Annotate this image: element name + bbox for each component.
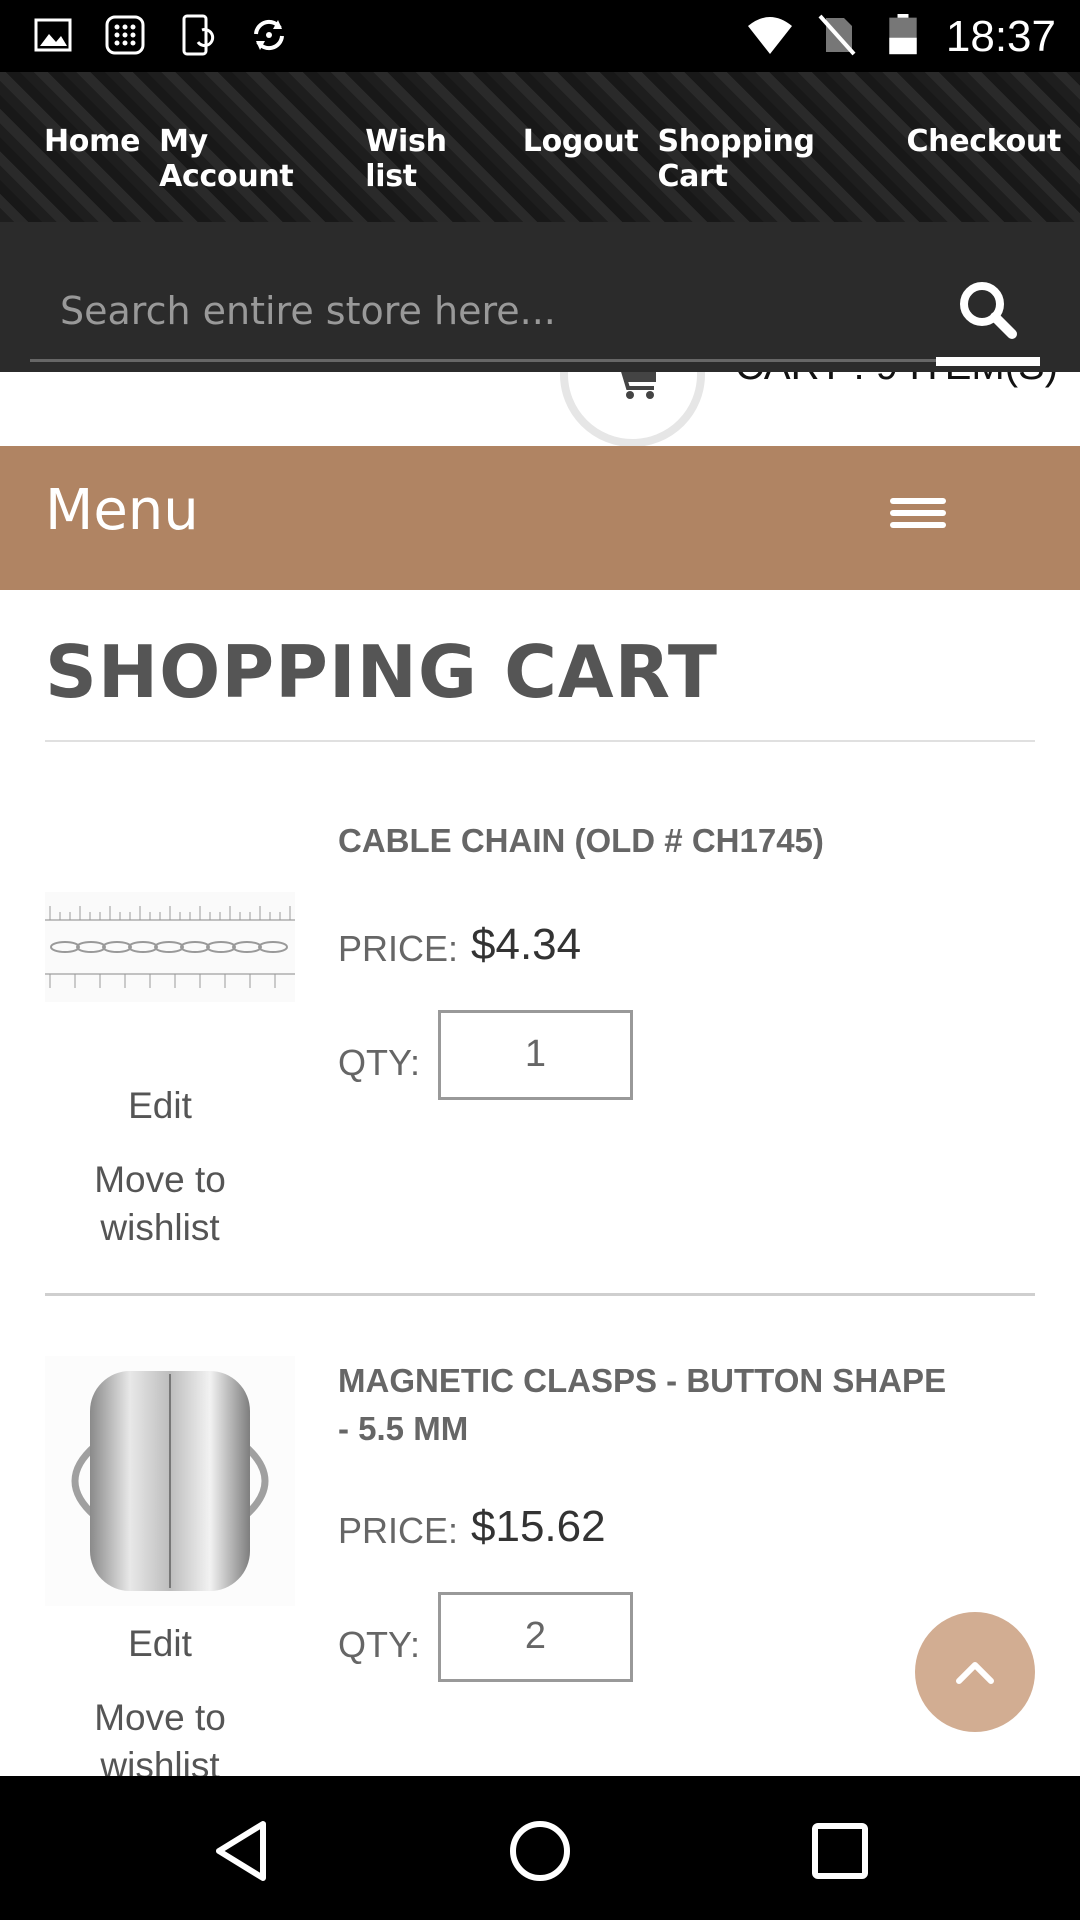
cart-icon (621, 372, 656, 399)
search-button[interactable] (936, 262, 1040, 366)
clock: 18:37 (945, 12, 1056, 61)
menu-bar[interactable]: Menu (0, 446, 1080, 590)
product-image-cable-chain[interactable] (45, 822, 295, 1072)
battery-icon (889, 14, 917, 55)
nav-link-my-account[interactable]: My Account (159, 124, 346, 194)
price-value: $4.34 (471, 920, 582, 969)
qty-input[interactable]: 2 (438, 1592, 633, 1682)
qty-label: QTY: (338, 1042, 421, 1083)
scroll-to-top-button[interactable] (915, 1612, 1035, 1732)
nav-link-checkout[interactable]: Checkout (906, 124, 1061, 194)
move-to-wishlist-link[interactable]: Move to wishlist (94, 1159, 226, 1248)
nav-link-wish-list[interactable]: Wish list (365, 124, 504, 194)
divider (45, 740, 1035, 742)
menu-label: Menu (45, 478, 199, 543)
hamburger-icon[interactable] (890, 498, 946, 538)
top-navigation: Home My Account Wish list Logout Shoppin… (0, 72, 1080, 222)
search-icon (960, 281, 1017, 339)
price-value: $15.62 (471, 1502, 606, 1551)
edit-link[interactable]: Edit (45, 1620, 275, 1668)
chevron-up-icon (956, 1662, 994, 1684)
system-navigation-bar (0, 1776, 1080, 1920)
product-image-magnetic-clasp[interactable] (45, 1356, 295, 1606)
status-bar: 18:37 (0, 0, 1080, 72)
page-title: SHOPPING CART (45, 630, 718, 714)
back-icon[interactable] (207, 1816, 277, 1886)
no-sim-icon (818, 14, 856, 56)
nav-link-shopping-cart[interactable]: Shopping Cart (657, 124, 887, 194)
keypad-icon (105, 15, 145, 55)
product-name[interactable]: MAGNETIC CLASPS - BUTTON SHAPE - 5.5 MM (338, 1357, 958, 1453)
home-icon[interactable] (505, 1816, 575, 1886)
mini-cart[interactable]: CART : 9 ITEM(S) (0, 372, 1080, 446)
nav-link-logout[interactable]: Logout (523, 124, 639, 194)
recents-icon[interactable] (805, 1816, 875, 1886)
move-to-wishlist-link[interactable]: Move to wishlist (94, 1697, 226, 1786)
qty-input[interactable]: 1 (438, 1010, 633, 1100)
search-input[interactable] (30, 262, 940, 362)
product-name[interactable]: CABLE CHAIN (OLD # CH1745) (338, 817, 958, 865)
phone-sync-icon (182, 14, 215, 56)
ruler-chain-image (45, 892, 295, 1002)
price-label: PRICE: (338, 928, 459, 969)
divider (45, 1293, 1035, 1296)
cart-count[interactable]: CART : 9 ITEM(S) (735, 372, 1058, 389)
search-bar (0, 222, 1080, 372)
sync-icon (254, 19, 284, 51)
nav-link-home[interactable]: Home (44, 124, 140, 194)
qty-label: QTY: (338, 1624, 421, 1665)
item-actions: Edit Move to wishlist (45, 1082, 275, 1252)
price-label: PRICE: (338, 1510, 459, 1551)
edit-link[interactable]: Edit (45, 1082, 275, 1130)
image-icon (34, 18, 72, 52)
item-actions: Edit Move to wishlist (45, 1620, 275, 1790)
clasp-image (45, 1356, 295, 1606)
wifi-icon (748, 17, 792, 54)
